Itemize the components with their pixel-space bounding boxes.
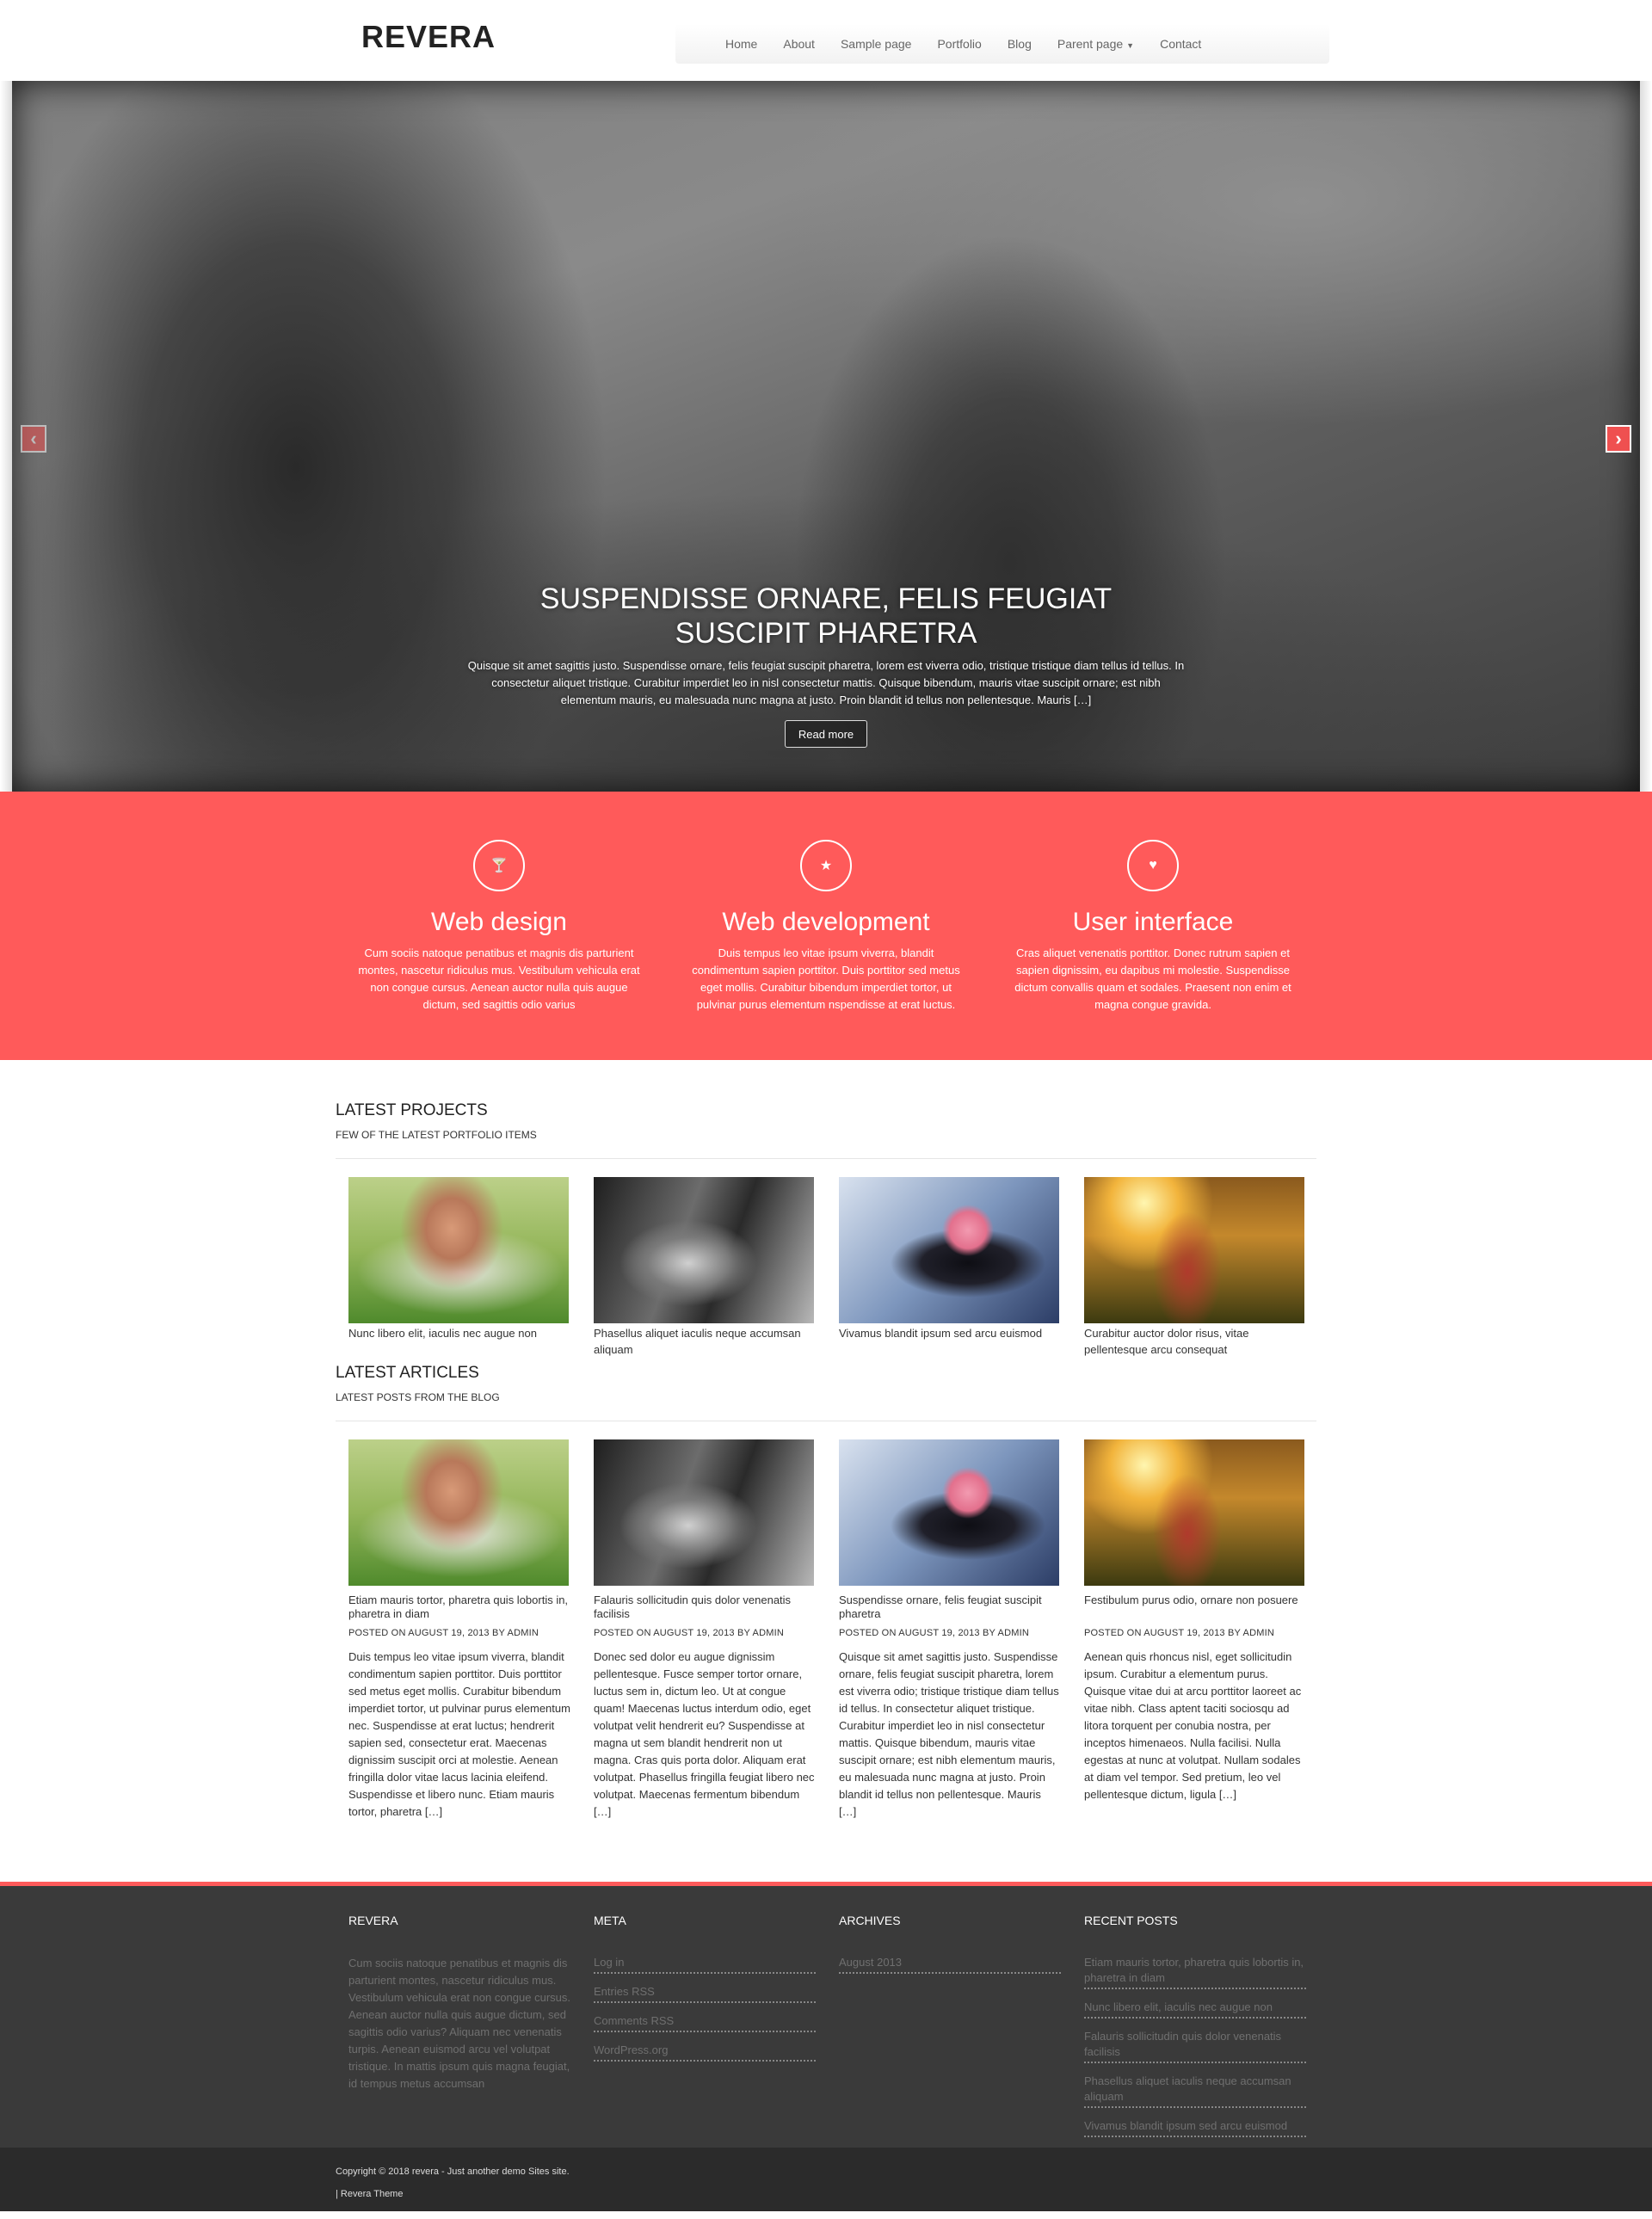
service-title: User interface — [1072, 908, 1234, 936]
article-meta: POSTED ON AUGUST 19, 2013 BY ADMIN — [839, 1628, 1029, 1638]
hero-edge-right — [1640, 81, 1652, 792]
copyright-text: Copyright © 2018 revera - Just another d… — [336, 2167, 570, 2177]
article-title[interactable]: Suspendisse ornare, felis feugiat suscip… — [839, 1593, 1063, 1621]
service-web-development: ★ Web development Duis tempus leo vitae … — [675, 840, 977, 1014]
article-excerpt: Aenean quis rhoncus nisl, eget sollicitu… — [1084, 1650, 1302, 1801]
footer-about: REVERA Cum sociis natoque penatibus et m… — [348, 1914, 570, 2093]
chevron-left-icon[interactable]: ‹ — [21, 425, 46, 453]
article-image[interactable] — [839, 1439, 1059, 1586]
footer-link-wordpress[interactable]: WordPress.org — [594, 2043, 816, 2062]
footer-bottom-bar: Copyright © 2018 revera - Just another d… — [0, 2148, 1652, 2211]
nav-item-contact[interactable]: Contact — [1160, 37, 1201, 51]
article-image[interactable] — [348, 1439, 569, 1586]
service-text: Duis tempus leo vitae ipsum viverra, bla… — [692, 946, 960, 1011]
footer-about-title: REVERA — [348, 1914, 398, 1927]
caret-down-icon: ▼ — [1126, 41, 1135, 50]
footer-recent-link[interactable]: Vivamus blandit ipsum sed arcu euismod — [1084, 2118, 1306, 2137]
nav-item-parent-page[interactable]: Parent page ▼ — [1057, 37, 1134, 51]
projects-title: LATEST PROJECTS — [336, 1101, 488, 1119]
theme-credit-link[interactable]: | Revera Theme — [336, 2189, 403, 2199]
service-text: Cras aliquet venenatis porttitor. Donec … — [1014, 946, 1291, 1011]
footer-link-entries-rss[interactable]: Entries RSS — [594, 1984, 816, 2003]
chevron-right-icon[interactable]: › — [1606, 425, 1631, 453]
site-brand[interactable]: REVERA — [361, 19, 496, 55]
project-image[interactable] — [1084, 1177, 1304, 1323]
projects-subtitle: FEW OF THE LATEST PORTFOLIO ITEMS — [336, 1129, 537, 1141]
article-meta: POSTED ON AUGUST 19, 2013 BY ADMIN — [594, 1628, 784, 1638]
footer-archives: ARCHIVES August 2013 — [839, 1914, 1061, 1984]
articles-subtitle: LATEST POSTS FROM THE BLOG — [336, 1391, 500, 1403]
article-image[interactable] — [594, 1439, 814, 1586]
footer-recent-posts: RECENT POSTS Etiam mauris tortor, pharet… — [1084, 1914, 1306, 2148]
project-caption[interactable]: Vivamus blandit ipsum sed arcu euismod — [839, 1325, 1063, 1341]
nav-item-sample-page[interactable]: Sample page — [841, 37, 912, 51]
service-text: Cum sociis natoque penatibus et magnis d… — [358, 946, 640, 1011]
article-title[interactable]: Falauris sollicitudin quis dolor venenat… — [594, 1593, 817, 1621]
divider — [336, 1158, 1316, 1159]
footer-recent-link[interactable]: Nunc libero elit, iaculis nec augue non — [1084, 2000, 1306, 2019]
services-band: 🍸 Web design Cum sociis natoque penatibu… — [0, 792, 1652, 1060]
service-title: Web development — [722, 908, 930, 936]
service-title: Web design — [431, 908, 567, 936]
nav-item-portfolio[interactable]: Portfolio — [937, 37, 981, 51]
hero-text: Quisque sit amet sagittis justo. Suspend… — [467, 659, 1185, 706]
article-image[interactable] — [1084, 1439, 1304, 1586]
cocktail-icon: 🍸 — [473, 840, 525, 891]
star-icon: ★ — [800, 840, 852, 891]
article-meta: POSTED ON AUGUST 19, 2013 BY ADMIN — [1084, 1628, 1274, 1638]
footer-recent-title: RECENT POSTS — [1084, 1914, 1178, 1927]
heart-icon: ♥ — [1127, 840, 1179, 891]
article-meta: POSTED ON AUGUST 19, 2013 BY ADMIN — [348, 1628, 539, 1638]
nav-item-blog[interactable]: Blog — [1008, 37, 1032, 51]
project-caption[interactable]: Phasellus aliquet iaculis neque accumsan… — [594, 1325, 817, 1358]
footer-link-log-in[interactable]: Log in — [594, 1955, 816, 1974]
footer-link-archive[interactable]: August 2013 — [839, 1955, 1061, 1974]
article-title[interactable]: Festibulum purus odio, ornare non posuer… — [1084, 1593, 1308, 1607]
project-caption[interactable]: Nunc libero elit, iaculis nec augue non — [348, 1325, 572, 1341]
nav-item-home[interactable]: Home — [725, 37, 757, 51]
hero-edge-left — [0, 81, 12, 792]
articles-title: LATEST ARTICLES — [336, 1364, 479, 1382]
site-header: REVERA Home About Sample page Portfolio … — [0, 0, 1652, 81]
article-excerpt: Donec sed dolor eu augue dignissim pelle… — [594, 1650, 815, 1818]
project-image[interactable] — [594, 1177, 814, 1323]
article-excerpt: Duis tempus leo vitae ipsum viverra, bla… — [348, 1650, 570, 1818]
footer-meta-title: META — [594, 1914, 626, 1927]
project-caption[interactable]: Curabitur auctor dolor risus, vitae pell… — [1084, 1325, 1308, 1358]
site-footer: REVERA Cum sociis natoque penatibus et m… — [0, 1886, 1652, 2148]
footer-link-comments-rss[interactable]: Comments RSS — [594, 2013, 816, 2032]
hero-title: SUSPENDISSE ORNARE, FELIS FEUGIAT SUSCIP… — [539, 582, 1113, 650]
service-web-design: 🍸 Web design Cum sociis natoque penatibu… — [348, 840, 650, 1014]
project-image[interactable] — [839, 1177, 1059, 1323]
nav-item-parent-page-label: Parent page — [1057, 37, 1124, 51]
footer-recent-link[interactable]: Falauris sollicitudin quis dolor venenat… — [1084, 2029, 1306, 2063]
project-image[interactable] — [348, 1177, 569, 1323]
footer-about-text: Cum sociis natoque penatibus et magnis d… — [348, 1957, 570, 2090]
nav-item-about[interactable]: About — [783, 37, 815, 51]
main-nav: Home About Sample page Portfolio Blog Pa… — [675, 24, 1329, 64]
article-title[interactable]: Etiam mauris tortor, pharetra quis lobor… — [348, 1593, 572, 1621]
read-more-button[interactable]: Read more — [785, 720, 867, 748]
footer-meta: META Log in Entries RSS Comments RSS Wor… — [594, 1914, 816, 2072]
article-excerpt: Quisque sit amet sagittis justo. Suspend… — [839, 1650, 1059, 1818]
footer-recent-link[interactable]: Phasellus aliquet iaculis neque accumsan… — [1084, 2074, 1306, 2108]
service-user-interface: ♥ User interface Cras aliquet venenatis … — [1002, 840, 1304, 1014]
footer-archives-title: ARCHIVES — [839, 1914, 901, 1927]
footer-recent-link[interactable]: Etiam mauris tortor, pharetra quis lobor… — [1084, 1955, 1306, 1989]
